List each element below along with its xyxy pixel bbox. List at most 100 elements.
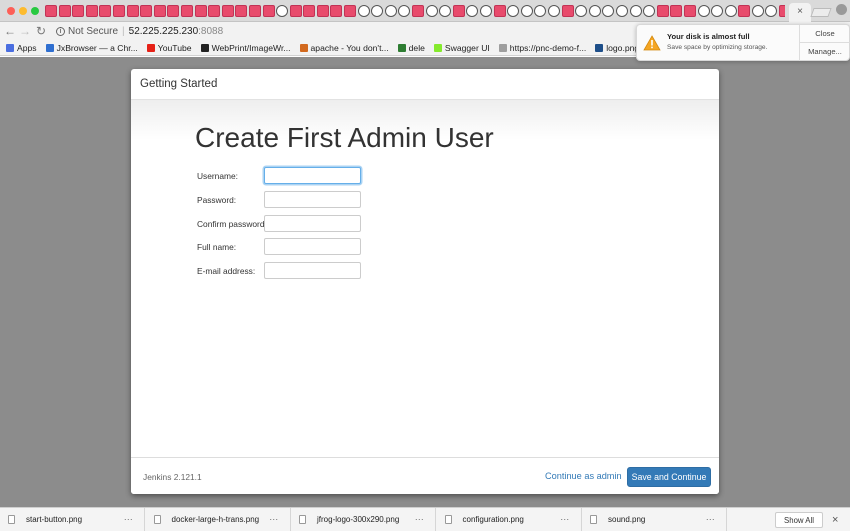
- maximize-window-button[interactable]: [31, 7, 39, 15]
- info-icon[interactable]: i: [56, 26, 65, 36]
- pinned-tab-icon[interactable]: [330, 5, 343, 17]
- pinned-tab-icon[interactable]: [425, 5, 438, 17]
- reload-icon[interactable]: ↻: [34, 24, 48, 38]
- confirm-password-label: Confirm password:: [197, 219, 267, 229]
- download-item[interactable]: sound.png...: [582, 508, 727, 531]
- notification-title: Your disk is almost full: [667, 32, 750, 41]
- close-window-button[interactable]: [7, 7, 15, 15]
- pinned-tab-icon[interactable]: [588, 5, 601, 17]
- pinned-tab-icon[interactable]: [289, 5, 302, 17]
- download-options-icon[interactable]: ...: [270, 506, 279, 529]
- pinned-tab-icon[interactable]: [629, 5, 642, 17]
- download-options-icon[interactable]: ...: [561, 506, 570, 529]
- address-bar[interactable]: i Not Secure | 52.225.225.230:8088: [53, 24, 633, 39]
- full-name-field[interactable]: [264, 238, 361, 255]
- close-shelf-icon[interactable]: ×: [832, 512, 838, 528]
- download-options-icon[interactable]: ...: [415, 506, 424, 529]
- pinned-tab-icon[interactable]: [126, 5, 139, 17]
- pinned-tab-icon[interactable]: [697, 5, 710, 17]
- pinned-tab-icon[interactable]: [493, 5, 506, 17]
- profile-icon[interactable]: [836, 4, 847, 15]
- pinned-tab-icon[interactable]: [683, 5, 696, 17]
- pinned-tab-icon[interactable]: [99, 5, 112, 17]
- bookmark-label: https://pnc-demo-f...: [509, 43, 587, 53]
- pinned-tab-icon[interactable]: [153, 5, 166, 17]
- pinned-tab-icon[interactable]: [384, 5, 397, 17]
- download-item[interactable]: start-button.png...: [0, 508, 145, 531]
- pinned-tab-icon[interactable]: [221, 5, 234, 17]
- pinned-tab-icon[interactable]: [670, 5, 683, 17]
- pinned-tab-icon[interactable]: [85, 5, 98, 17]
- pinned-tab-icon[interactable]: [643, 5, 656, 17]
- bookmark-item[interactable]: https://pnc-demo-f...: [498, 43, 587, 53]
- pinned-tab-icon[interactable]: [452, 5, 465, 17]
- pinned-tab-icon[interactable]: [751, 5, 764, 17]
- pinned-tab-icon[interactable]: [520, 5, 533, 17]
- new-tab-button[interactable]: [810, 8, 832, 17]
- pinned-tab-icon[interactable]: [316, 5, 329, 17]
- pinned-tab-icon[interactable]: [72, 5, 85, 17]
- pinned-tab-icon[interactable]: [765, 5, 778, 17]
- pinned-tab-icon[interactable]: [602, 5, 615, 17]
- pinned-tab-icon[interactable]: [167, 5, 180, 17]
- pinned-tab-icon[interactable]: [235, 5, 248, 17]
- bookmark-item[interactable]: dele: [397, 43, 425, 53]
- pinned-tab-icon[interactable]: [507, 5, 520, 17]
- pinned-tab-icon[interactable]: [656, 5, 669, 17]
- pinned-tab-icon[interactable]: [547, 5, 560, 17]
- active-tab[interactable]: ×: [789, 3, 811, 22]
- pinned-tab-icon[interactable]: [45, 5, 57, 17]
- download-item[interactable]: jfrog-logo-300x290.png...: [291, 508, 436, 531]
- pinned-tab-icon[interactable]: [615, 5, 628, 17]
- confirm-password-field[interactable]: [264, 215, 361, 232]
- file-icon: [153, 515, 161, 524]
- close-tab-icon[interactable]: ×: [797, 6, 803, 17]
- pinned-tab-icon[interactable]: [466, 5, 479, 17]
- pinned-tab-icon[interactable]: [575, 5, 588, 17]
- show-all-downloads-button[interactable]: Show All: [775, 512, 823, 528]
- notification-manage-button[interactable]: Manage...: [800, 43, 850, 61]
- pinned-tab-icon[interactable]: [480, 5, 492, 17]
- pinned-tab-icon[interactable]: [357, 5, 370, 17]
- pinned-tab-icon[interactable]: [208, 5, 221, 17]
- pinned-tab-icon[interactable]: [112, 5, 125, 17]
- download-options-icon[interactable]: ...: [124, 506, 133, 529]
- bookmark-item[interactable]: apache - You don't...: [299, 43, 389, 53]
- pinned-tab-icon[interactable]: [724, 5, 737, 17]
- password-field[interactable]: [264, 191, 361, 208]
- pinned-tab-icon[interactable]: [412, 5, 425, 17]
- bookmark-item[interactable]: Apps: [6, 43, 37, 53]
- forward-icon[interactable]: →: [18, 24, 32, 38]
- pinned-tab-icon[interactable]: [248, 5, 261, 17]
- pinned-tab-icon[interactable]: [534, 5, 547, 17]
- minimize-window-button[interactable]: [19, 7, 27, 15]
- bookmark-item[interactable]: Swagger UI: [433, 43, 490, 53]
- download-item[interactable]: configuration.png...: [437, 508, 582, 531]
- bookmark-item[interactable]: JxBrowser — a Chr...: [45, 43, 138, 53]
- download-item[interactable]: docker-large-h-trans.png...: [146, 508, 291, 531]
- pinned-tab-icon[interactable]: [140, 5, 153, 17]
- pinned-tab-icon[interactable]: [262, 5, 275, 17]
- pinned-tab-icon[interactable]: [439, 5, 452, 17]
- pinned-tab-icon[interactable]: [738, 5, 751, 17]
- continue-as-admin-link[interactable]: Continue as admin: [545, 471, 622, 481]
- pinned-tab-icon[interactable]: [194, 5, 207, 17]
- pinned-tab-icon[interactable]: [180, 5, 193, 17]
- back-icon[interactable]: ←: [3, 24, 17, 38]
- pinned-tab-icon[interactable]: [58, 5, 71, 17]
- pinned-tab-icon[interactable]: [398, 5, 411, 17]
- username-field[interactable]: [264, 167, 361, 184]
- pinned-tab-icon[interactable]: [371, 5, 384, 17]
- notification-close-button[interactable]: Close: [800, 25, 850, 43]
- download-options-icon[interactable]: ...: [706, 506, 715, 529]
- email-field[interactable]: [264, 262, 361, 279]
- pinned-tab-icon[interactable]: [303, 5, 316, 17]
- pinned-tab-icon[interactable]: [276, 5, 289, 17]
- pinned-tab-icon[interactable]: [561, 5, 574, 17]
- bookmark-item[interactable]: YouTube: [146, 43, 192, 53]
- pinned-tab-icon[interactable]: [711, 5, 724, 17]
- bookmark-item[interactable]: WebPrint/ImageWr...: [200, 43, 291, 53]
- save-and-continue-button[interactable]: Save and Continue: [627, 467, 711, 487]
- pinned-tab-icon[interactable]: [344, 5, 357, 17]
- pinned-tab-icon[interactable]: [779, 5, 785, 17]
